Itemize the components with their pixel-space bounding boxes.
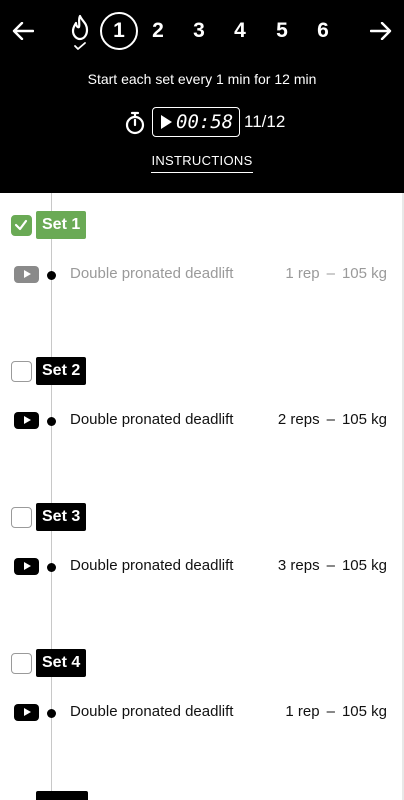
exercise-name: Double pronated deadlift xyxy=(70,703,234,720)
set-4-checkbox[interactable] xyxy=(11,653,32,674)
back-arrow-icon[interactable] xyxy=(8,14,38,48)
step-3-button[interactable]: 3 xyxy=(182,14,216,48)
set-3-badge: Set 3 xyxy=(36,503,87,531)
set-1-badge: Set 1 xyxy=(36,211,87,239)
set-4-badge: Set 4 xyxy=(36,649,87,677)
set-1-exercise-row[interactable]: Double pronated deadlift 1 rep –105 kg xyxy=(0,263,404,287)
set-3-checkbox[interactable] xyxy=(11,507,32,528)
set-2-badge: Set 2 xyxy=(36,357,87,385)
reps: 2 reps xyxy=(277,411,320,428)
step-2-button[interactable]: 2 xyxy=(141,14,175,48)
weight: 105 kg xyxy=(341,557,387,574)
step-6-button[interactable]: 6 xyxy=(306,14,340,48)
instructions-label: INSTRUCTIONS xyxy=(151,153,253,173)
stopwatch-icon xyxy=(124,111,146,135)
separator: – xyxy=(326,411,335,428)
forward-arrow-icon[interactable] xyxy=(366,14,396,48)
timer-display: 00:58 xyxy=(176,111,234,133)
set-1-checkbox[interactable] xyxy=(11,215,32,236)
set-1-block: Set 1 Double pronated deadlift 1 rep –105… xyxy=(0,193,404,339)
workout-description: Start each set every 1 min for 12 min xyxy=(87,71,317,87)
video-icon[interactable] xyxy=(14,412,39,429)
set-4-exercise-row[interactable]: Double pronated deadlift 1 rep –105 kg xyxy=(0,701,404,725)
timer-row: 00:58 11/12 xyxy=(0,105,404,139)
video-icon[interactable] xyxy=(14,704,39,721)
weight: 105 kg xyxy=(341,265,387,282)
set-2-exercise-row[interactable]: Double pronated deadlift 2 reps –105 kg xyxy=(0,409,404,433)
video-icon[interactable] xyxy=(14,558,39,575)
set-2-block: Set 2 Double pronated deadlift 2 reps –10… xyxy=(0,339,404,485)
separator: – xyxy=(326,557,335,574)
exercise-name: Double pronated deadlift xyxy=(70,411,234,428)
exercise-name: Double pronated deadlift xyxy=(70,265,234,282)
reps: 3 reps xyxy=(277,557,320,574)
timeline-dot xyxy=(47,271,56,280)
set-3-exercise-row[interactable]: Double pronated deadlift 3 reps –105 kg xyxy=(0,555,404,579)
set-5-badge-partial xyxy=(36,791,88,800)
exercise-name: Double pronated deadlift xyxy=(70,557,234,574)
step-5-button[interactable]: 5 xyxy=(265,14,299,48)
play-icon xyxy=(161,115,172,129)
reps: 1 rep xyxy=(285,703,320,720)
check-icon xyxy=(14,219,28,231)
separator: – xyxy=(326,265,335,282)
set-4-block: Set 4 Double pronated deadlift 1 rep –105… xyxy=(0,631,404,777)
exercise-detail: 1 rep –105 kg xyxy=(285,703,387,720)
instructions-link[interactable]: INSTRUCTIONS xyxy=(0,152,404,173)
step-4-button[interactable]: 4 xyxy=(223,14,257,48)
weight: 105 kg xyxy=(341,411,387,428)
warmup-step-flame-check-icon[interactable] xyxy=(66,12,94,54)
set-list: Set 1 Double pronated deadlift 1 rep –105… xyxy=(0,193,404,800)
exercise-detail: 3 reps –105 kg xyxy=(278,557,387,574)
weight: 105 kg xyxy=(341,703,387,720)
exercise-detail: 2 reps –105 kg xyxy=(278,411,387,428)
timeline-dot xyxy=(47,563,56,572)
round-counter: 11/12 xyxy=(244,112,286,131)
set-3-block: Set 3 Double pronated deadlift 3 reps –10… xyxy=(0,485,404,631)
timeline-dot xyxy=(47,709,56,718)
step-1-button[interactable]: 1 xyxy=(100,12,138,50)
reps: 1 rep xyxy=(285,265,320,282)
video-icon[interactable] xyxy=(14,266,39,283)
timer-play-button[interactable]: 00:58 xyxy=(152,107,240,137)
workout-header: 1 2 3 4 5 6 Start each set every 1 min f… xyxy=(0,0,404,193)
step-navigation: 1 2 3 4 5 6 xyxy=(0,8,404,54)
timeline-dot xyxy=(47,417,56,426)
separator: – xyxy=(326,703,335,720)
set-2-checkbox[interactable] xyxy=(11,361,32,382)
exercise-detail: 1 rep –105 kg xyxy=(285,265,387,282)
